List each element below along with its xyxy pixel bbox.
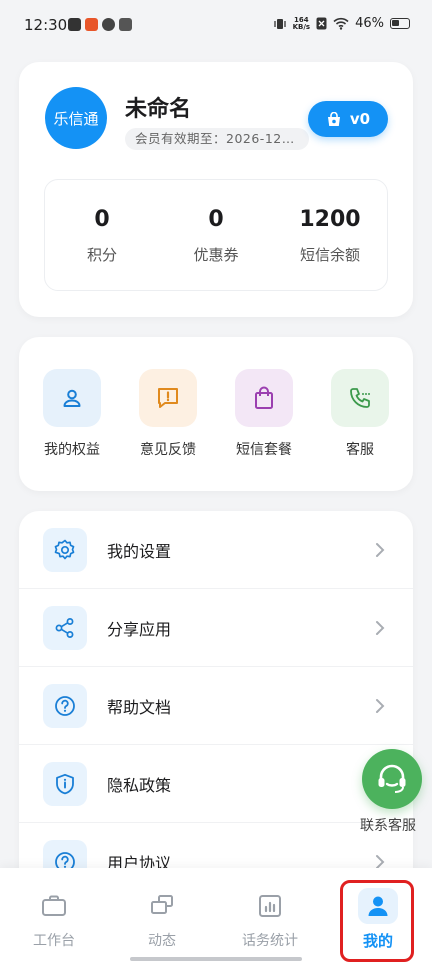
shopping-bag-icon (235, 369, 293, 427)
battery-percent: 46% (355, 16, 384, 31)
menu-item-settings[interactable]: 我的设置 (19, 511, 413, 589)
menu-list: 我的设置 分享应用 帮助文档 隐私政策 用户协议 (19, 511, 413, 901)
chevron-right-icon (376, 542, 385, 557)
battery-icon (390, 18, 410, 29)
username[interactable]: 未命名 (125, 91, 191, 123)
vip-level: v0 (349, 110, 371, 128)
share-icon (43, 605, 87, 650)
stat-value: 0 (208, 207, 224, 232)
briefcase-icon (34, 888, 74, 924)
status-bar: 12:30 164 KB/s 46% (0, 0, 432, 52)
app-notification-icon (119, 18, 132, 31)
stat-label: 优惠券 (193, 246, 239, 264)
stat-points[interactable]: 0 积分 (45, 180, 159, 290)
quick-actions: 我的权益 意见反馈 短信套餐 客服 (19, 337, 413, 491)
gear-icon (43, 527, 87, 572)
avatar-text: 乐信通 (53, 109, 99, 128)
menu-item-share[interactable]: 分享应用 (19, 589, 413, 667)
quick-item-label: 意见反馈 (140, 442, 196, 458)
shield-icon (43, 761, 87, 806)
profile-card: 乐信通 未命名 会员有效期至：2026-12-… v0 0 积分 0 优惠券 1… (19, 62, 413, 317)
menu-item-help[interactable]: 帮助文档 (19, 667, 413, 745)
tab-feed[interactable]: 动态 (108, 868, 216, 964)
menu-item-label: 帮助文档 (107, 697, 172, 717)
layers-icon (142, 888, 182, 924)
wifi-icon (333, 17, 349, 30)
vibrate-icon (273, 18, 286, 29)
contact-service-label[interactable]: 联系客服 (360, 815, 416, 835)
menu-item-privacy[interactable]: 隐私政策 (19, 745, 413, 823)
quick-item-customer-service[interactable]: 客服 (331, 369, 389, 491)
tab-label: 话务统计 (242, 933, 298, 949)
sim-icon (316, 17, 327, 30)
quick-item-feedback[interactable]: 意见反馈 (139, 369, 197, 491)
crown-bag-icon (327, 111, 340, 126)
help-icon (43, 683, 87, 728)
net-speed: 164 KB/s (292, 16, 311, 31)
stat-label: 短信余额 (299, 246, 360, 264)
status-right: 164 KB/s 46% (273, 16, 410, 31)
stat-label: 积分 (86, 246, 117, 264)
quick-item-label: 客服 (346, 442, 374, 458)
headset-icon (378, 764, 406, 793)
contact-service-button[interactable] (362, 749, 422, 809)
quick-item-label: 短信套餐 (236, 442, 292, 458)
chevron-right-icon (376, 620, 385, 635)
app-notification-icon (102, 18, 115, 31)
tab-label: 动态 (148, 933, 176, 949)
stat-value: 0 (94, 207, 110, 232)
stats-panel: 0 积分 0 优惠券 1200 短信余额 (44, 179, 388, 291)
tab-call-stats[interactable]: 话务统计 (216, 868, 324, 964)
menu-item-label: 分享应用 (107, 619, 172, 639)
home-indicator[interactable] (130, 957, 302, 961)
net-speed-unit: KB/s (292, 22, 311, 31)
quick-item-sms-package[interactable]: 短信套餐 (235, 369, 293, 491)
membership-expiry: 会员有效期至：2026-12-… (125, 128, 309, 150)
status-time: 12:30 (24, 16, 68, 34)
stat-sms-balance[interactable]: 1200 短信余额 (273, 180, 387, 290)
app-notification-icon (85, 18, 98, 31)
quick-item-label: 我的权益 (44, 442, 100, 458)
feedback-icon (139, 369, 197, 427)
app-notification-icon (68, 18, 81, 31)
stat-coupons[interactable]: 0 优惠券 (159, 180, 273, 290)
notification-icons (68, 18, 132, 31)
tab-highlight-box (340, 880, 414, 962)
phone-icon (331, 369, 389, 427)
menu-item-label: 隐私政策 (107, 775, 172, 795)
quick-item-benefits[interactable]: 我的权益 (43, 369, 101, 491)
chevron-right-icon (376, 698, 385, 713)
bar-chart-icon (250, 888, 290, 924)
menu-item-label: 我的设置 (107, 541, 172, 561)
user-icon (43, 369, 101, 427)
vip-badge[interactable]: v0 (308, 101, 388, 137)
tab-label: 工作台 (33, 933, 75, 949)
avatar[interactable]: 乐信通 (45, 87, 107, 149)
tab-workbench[interactable]: 工作台 (0, 868, 108, 964)
stat-value: 1200 (299, 207, 361, 232)
